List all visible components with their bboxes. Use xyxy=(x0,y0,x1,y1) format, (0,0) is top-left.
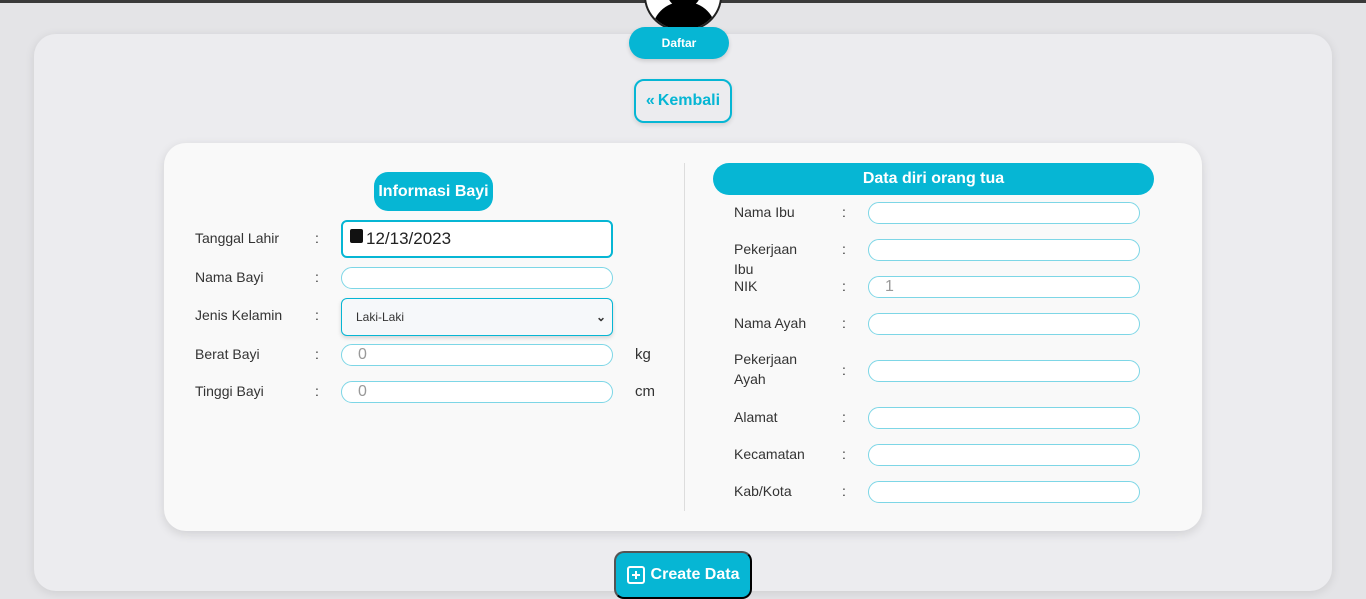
register-button[interactable]: Daftar xyxy=(629,27,729,59)
parent-field-label: Nama Ayah xyxy=(734,315,807,331)
colon: : xyxy=(315,346,319,362)
parent-field-input[interactable] xyxy=(868,202,1140,224)
colon: : xyxy=(842,362,846,378)
chevron-down-icon: ⌄ xyxy=(595,310,606,324)
colon: : xyxy=(842,204,846,220)
gender-label: Jenis Kelamin xyxy=(195,307,283,323)
colon: : xyxy=(315,230,319,246)
colon: : xyxy=(842,315,846,331)
parent-field-input[interactable]: 1 xyxy=(868,276,1140,298)
double-chevron-left-icon: « xyxy=(645,92,655,109)
parent-field-input[interactable] xyxy=(868,360,1140,382)
colon: : xyxy=(315,383,319,399)
parent-field-label: Pekerjaan Ibu xyxy=(734,241,798,277)
back-button[interactable]: «Kembali xyxy=(634,79,732,123)
baby-name-input[interactable] xyxy=(341,267,613,289)
parent-field-input[interactable] xyxy=(868,239,1140,261)
colon: : xyxy=(842,446,846,462)
parent-field-input[interactable] xyxy=(868,444,1140,466)
weight-unit: kg xyxy=(635,346,651,363)
create-data-button[interactable]: Create Data xyxy=(614,551,752,599)
parent-field-label: Kab/Kota xyxy=(734,483,792,499)
height-label: Tinggi Bayi xyxy=(195,383,264,399)
parent-field-label: NIK xyxy=(734,278,758,294)
birth-date-label: Tanggal Lahir xyxy=(195,230,280,246)
baby-info-title: Informasi Bayi xyxy=(374,172,493,211)
parent-field-input[interactable] xyxy=(868,481,1140,503)
parent-field-label: Nama Ibu xyxy=(734,204,795,220)
parent-field-label: Alamat xyxy=(734,409,778,425)
parent-field-label: Pekerjaan Ayah xyxy=(734,351,798,387)
colon: : xyxy=(315,269,319,285)
colon: : xyxy=(842,483,846,499)
divider xyxy=(684,163,685,511)
parent-field-label: Kecamatan xyxy=(734,446,805,462)
colon: : xyxy=(842,409,846,425)
parent-field-input[interactable] xyxy=(868,407,1140,429)
colon: : xyxy=(842,241,846,257)
height-input[interactable]: 0 xyxy=(341,381,613,403)
weight-label: Berat Bayi xyxy=(195,346,260,362)
parent-info-title: Data diri orang tua xyxy=(713,163,1154,195)
height-unit: cm xyxy=(635,383,655,400)
gender-select[interactable]: Laki-Laki ⌄ xyxy=(341,298,613,336)
colon: : xyxy=(315,307,319,323)
calendar-icon xyxy=(350,229,363,243)
baby-name-label: Nama Bayi xyxy=(195,269,264,285)
plus-square-icon xyxy=(626,566,645,584)
birth-date-input[interactable]: 12/13/2023 xyxy=(341,220,613,258)
parent-field-input[interactable] xyxy=(868,313,1140,335)
weight-input[interactable]: 0 xyxy=(341,344,613,366)
colon: : xyxy=(842,278,846,294)
